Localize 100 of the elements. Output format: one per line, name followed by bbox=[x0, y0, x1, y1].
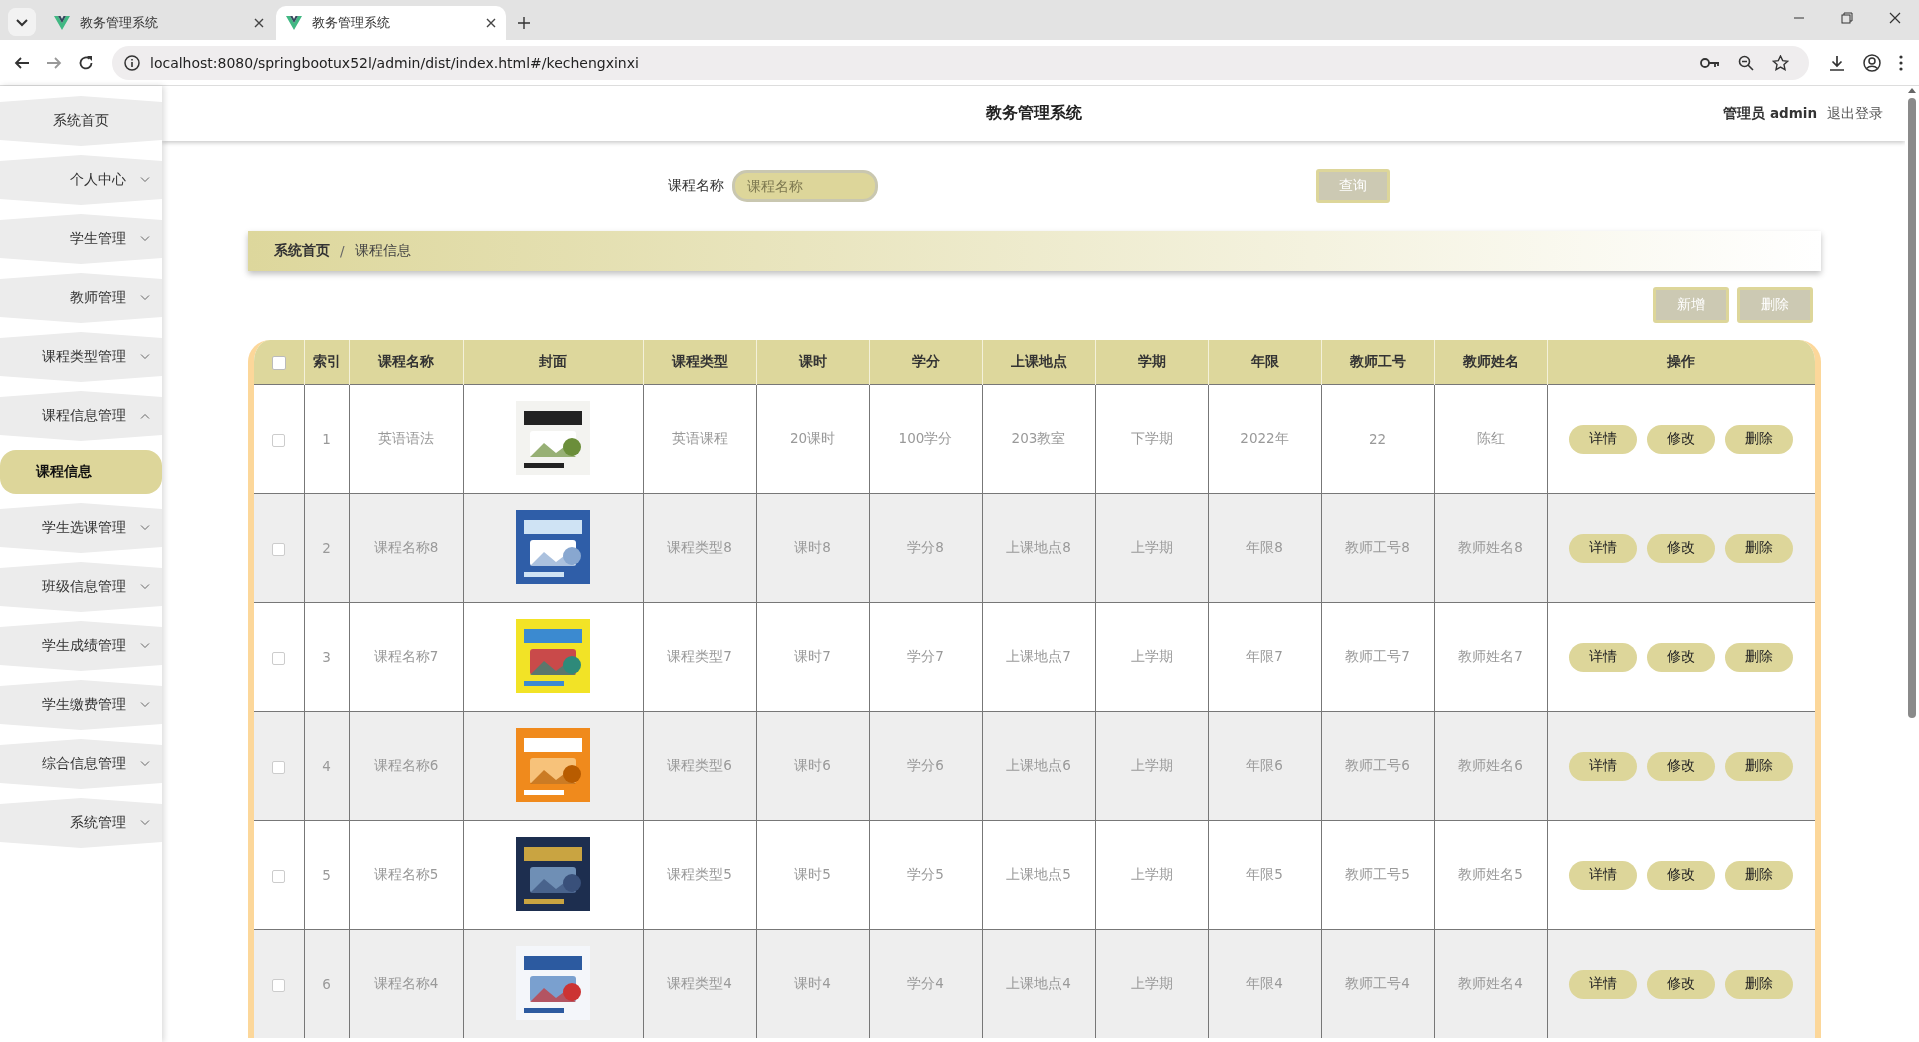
browser-tab[interactable]: 教务管理系统 bbox=[276, 6, 506, 40]
column-header: 上课地点 bbox=[982, 340, 1095, 385]
sidebar-subitem[interactable]: 课程信息 bbox=[0, 450, 162, 494]
column-header: 索引 bbox=[304, 340, 349, 385]
table-cell: 课程名称8 bbox=[349, 493, 463, 603]
sidebar-item[interactable]: 综合信息管理 bbox=[0, 739, 162, 789]
column-header: 课程名称 bbox=[349, 340, 463, 385]
action-button[interactable]: 修改 bbox=[1647, 642, 1716, 672]
sidebar-item[interactable]: 教师管理 bbox=[0, 273, 162, 323]
address-bar[interactable]: localhost:8080/springbootux52l/admin/dist/index.html#/kechengxinxi bbox=[112, 45, 1809, 80]
table-cell: 学分4 bbox=[869, 929, 982, 1038]
scrollbar[interactable] bbox=[1905, 86, 1919, 718]
row-checkbox[interactable] bbox=[272, 433, 286, 447]
action-button[interactable]: 详情 bbox=[1569, 642, 1638, 672]
action-button[interactable]: 修改 bbox=[1647, 424, 1716, 454]
table-cell: 课程类型8 bbox=[643, 493, 756, 603]
new-tab-icon[interactable] bbox=[518, 17, 530, 29]
url-text: localhost:8080/springbootux52l/admin/dist/index.html#/kechengxinxi bbox=[150, 54, 640, 71]
logout-link[interactable]: 退出登录 bbox=[1827, 104, 1883, 123]
table-cell: 上课地点6 bbox=[982, 711, 1095, 821]
key-icon[interactable] bbox=[1700, 56, 1720, 69]
table-cell: 教师工号4 bbox=[1321, 929, 1434, 1038]
action-button[interactable]: 详情 bbox=[1569, 424, 1638, 454]
sidebar-item[interactable]: 学生选课管理 bbox=[0, 503, 162, 553]
more-menu-icon[interactable] bbox=[1899, 54, 1903, 71]
sidebar-item[interactable]: 学生管理 bbox=[0, 214, 162, 264]
profile-icon[interactable] bbox=[1863, 53, 1881, 72]
sidebar-item[interactable]: 班级信息管理 bbox=[0, 562, 162, 612]
sidebar-item[interactable]: 个人中心 bbox=[0, 155, 162, 205]
sidebar-item[interactable]: 系统管理 bbox=[0, 798, 162, 848]
breadcrumb-separator: / bbox=[340, 243, 345, 259]
back-arrow-icon[interactable] bbox=[14, 54, 30, 71]
table-cell: 4 bbox=[304, 711, 349, 821]
row-checkbox[interactable] bbox=[272, 542, 286, 556]
action-button[interactable]: 修改 bbox=[1647, 969, 1716, 999]
sidebar-item[interactable]: 学生缴费管理 bbox=[0, 680, 162, 730]
table-cell: 教师姓名4 bbox=[1434, 929, 1547, 1038]
sidebar-item[interactable]: 学生成绩管理 bbox=[0, 621, 162, 671]
action-button[interactable]: 删除 bbox=[1725, 860, 1794, 890]
select-all-checkbox[interactable] bbox=[271, 356, 286, 370]
breadcrumb-item: 课程信息 bbox=[354, 242, 411, 260]
table-cell: 上课地点8 bbox=[982, 493, 1095, 603]
restore-icon[interactable] bbox=[1841, 12, 1853, 24]
column-header: 课时 bbox=[756, 340, 869, 385]
action-button[interactable]: 删除 bbox=[1725, 642, 1794, 672]
action-button[interactable]: 详情 bbox=[1569, 860, 1638, 890]
reload-icon[interactable] bbox=[78, 54, 94, 71]
action-button[interactable]: 删除 bbox=[1725, 424, 1794, 454]
table-cell: 教师姓名8 bbox=[1434, 493, 1547, 603]
search-field[interactable]: 课程名称 bbox=[732, 170, 878, 202]
star-icon[interactable] bbox=[1772, 54, 1789, 71]
table-cell: 上学期 bbox=[1095, 493, 1208, 603]
close-icon[interactable] bbox=[486, 18, 496, 28]
table-cell: 6 bbox=[304, 929, 349, 1038]
action-button[interactable]: 删除 bbox=[1725, 751, 1794, 781]
v-logo-icon bbox=[286, 16, 302, 30]
table-cell: 教师姓名6 bbox=[1434, 711, 1547, 821]
row-checkbox[interactable] bbox=[272, 651, 286, 665]
column-header: 年限 bbox=[1208, 340, 1321, 385]
table-cell: 上学期 bbox=[1095, 711, 1208, 821]
search-label: 课程名称 bbox=[668, 177, 724, 195]
zoom-icon[interactable] bbox=[1738, 54, 1754, 71]
download-icon[interactable] bbox=[1829, 54, 1845, 71]
action-button[interactable]: 详情 bbox=[1569, 969, 1638, 999]
column-header: 学期 bbox=[1095, 340, 1208, 385]
action-button[interactable]: 删除 bbox=[1725, 533, 1794, 563]
table-cell: 上学期 bbox=[1095, 929, 1208, 1038]
table-cell: 2 bbox=[304, 493, 349, 603]
action-button[interactable]: 修改 bbox=[1647, 860, 1716, 890]
close-icon[interactable] bbox=[1889, 12, 1901, 24]
table-cell: 教师工号6 bbox=[1321, 711, 1434, 821]
row-checkbox[interactable] bbox=[272, 869, 286, 883]
table-cell: 学分6 bbox=[869, 711, 982, 821]
table-cell: 课程类型6 bbox=[643, 711, 756, 821]
column-header: 课程类型 bbox=[643, 340, 756, 385]
table-cell: 课程类型4 bbox=[643, 929, 756, 1038]
sidebar-item[interactable]: 课程信息管理 bbox=[0, 391, 162, 441]
row-checkbox[interactable] bbox=[272, 760, 286, 774]
action-button[interactable]: 删除 bbox=[1725, 969, 1794, 999]
table-cell: 教师工号8 bbox=[1321, 493, 1434, 603]
table-cell: 课时6 bbox=[756, 711, 869, 821]
sidebar-item[interactable]: 课程类型管理 bbox=[0, 332, 162, 382]
column-header: 教师工号 bbox=[1321, 340, 1434, 385]
table-cell: 课程名称4 bbox=[349, 929, 463, 1038]
table-cell: 学分8 bbox=[869, 493, 982, 603]
action-button[interactable]: 详情 bbox=[1569, 533, 1638, 563]
table-cell: 课程名称6 bbox=[349, 711, 463, 821]
table-cell: 年限6 bbox=[1208, 711, 1321, 821]
close-icon[interactable] bbox=[254, 18, 264, 28]
row-checkbox[interactable] bbox=[272, 978, 286, 992]
action-button[interactable]: 详情 bbox=[1569, 751, 1638, 781]
browser-tab[interactable]: 教务管理系统 bbox=[44, 6, 274, 40]
action-button[interactable]: 修改 bbox=[1647, 751, 1716, 781]
action-button[interactable]: 修改 bbox=[1647, 533, 1716, 563]
column-header: 教师姓名 bbox=[1434, 340, 1547, 385]
breadcrumb-item[interactable]: 系统首页 bbox=[274, 242, 330, 260]
sidebar-item[interactable]: 系统首页 bbox=[0, 96, 162, 146]
forward-arrow-icon[interactable] bbox=[46, 54, 62, 71]
table-cell: 课时4 bbox=[756, 929, 869, 1038]
table-cell: 年限8 bbox=[1208, 493, 1321, 603]
